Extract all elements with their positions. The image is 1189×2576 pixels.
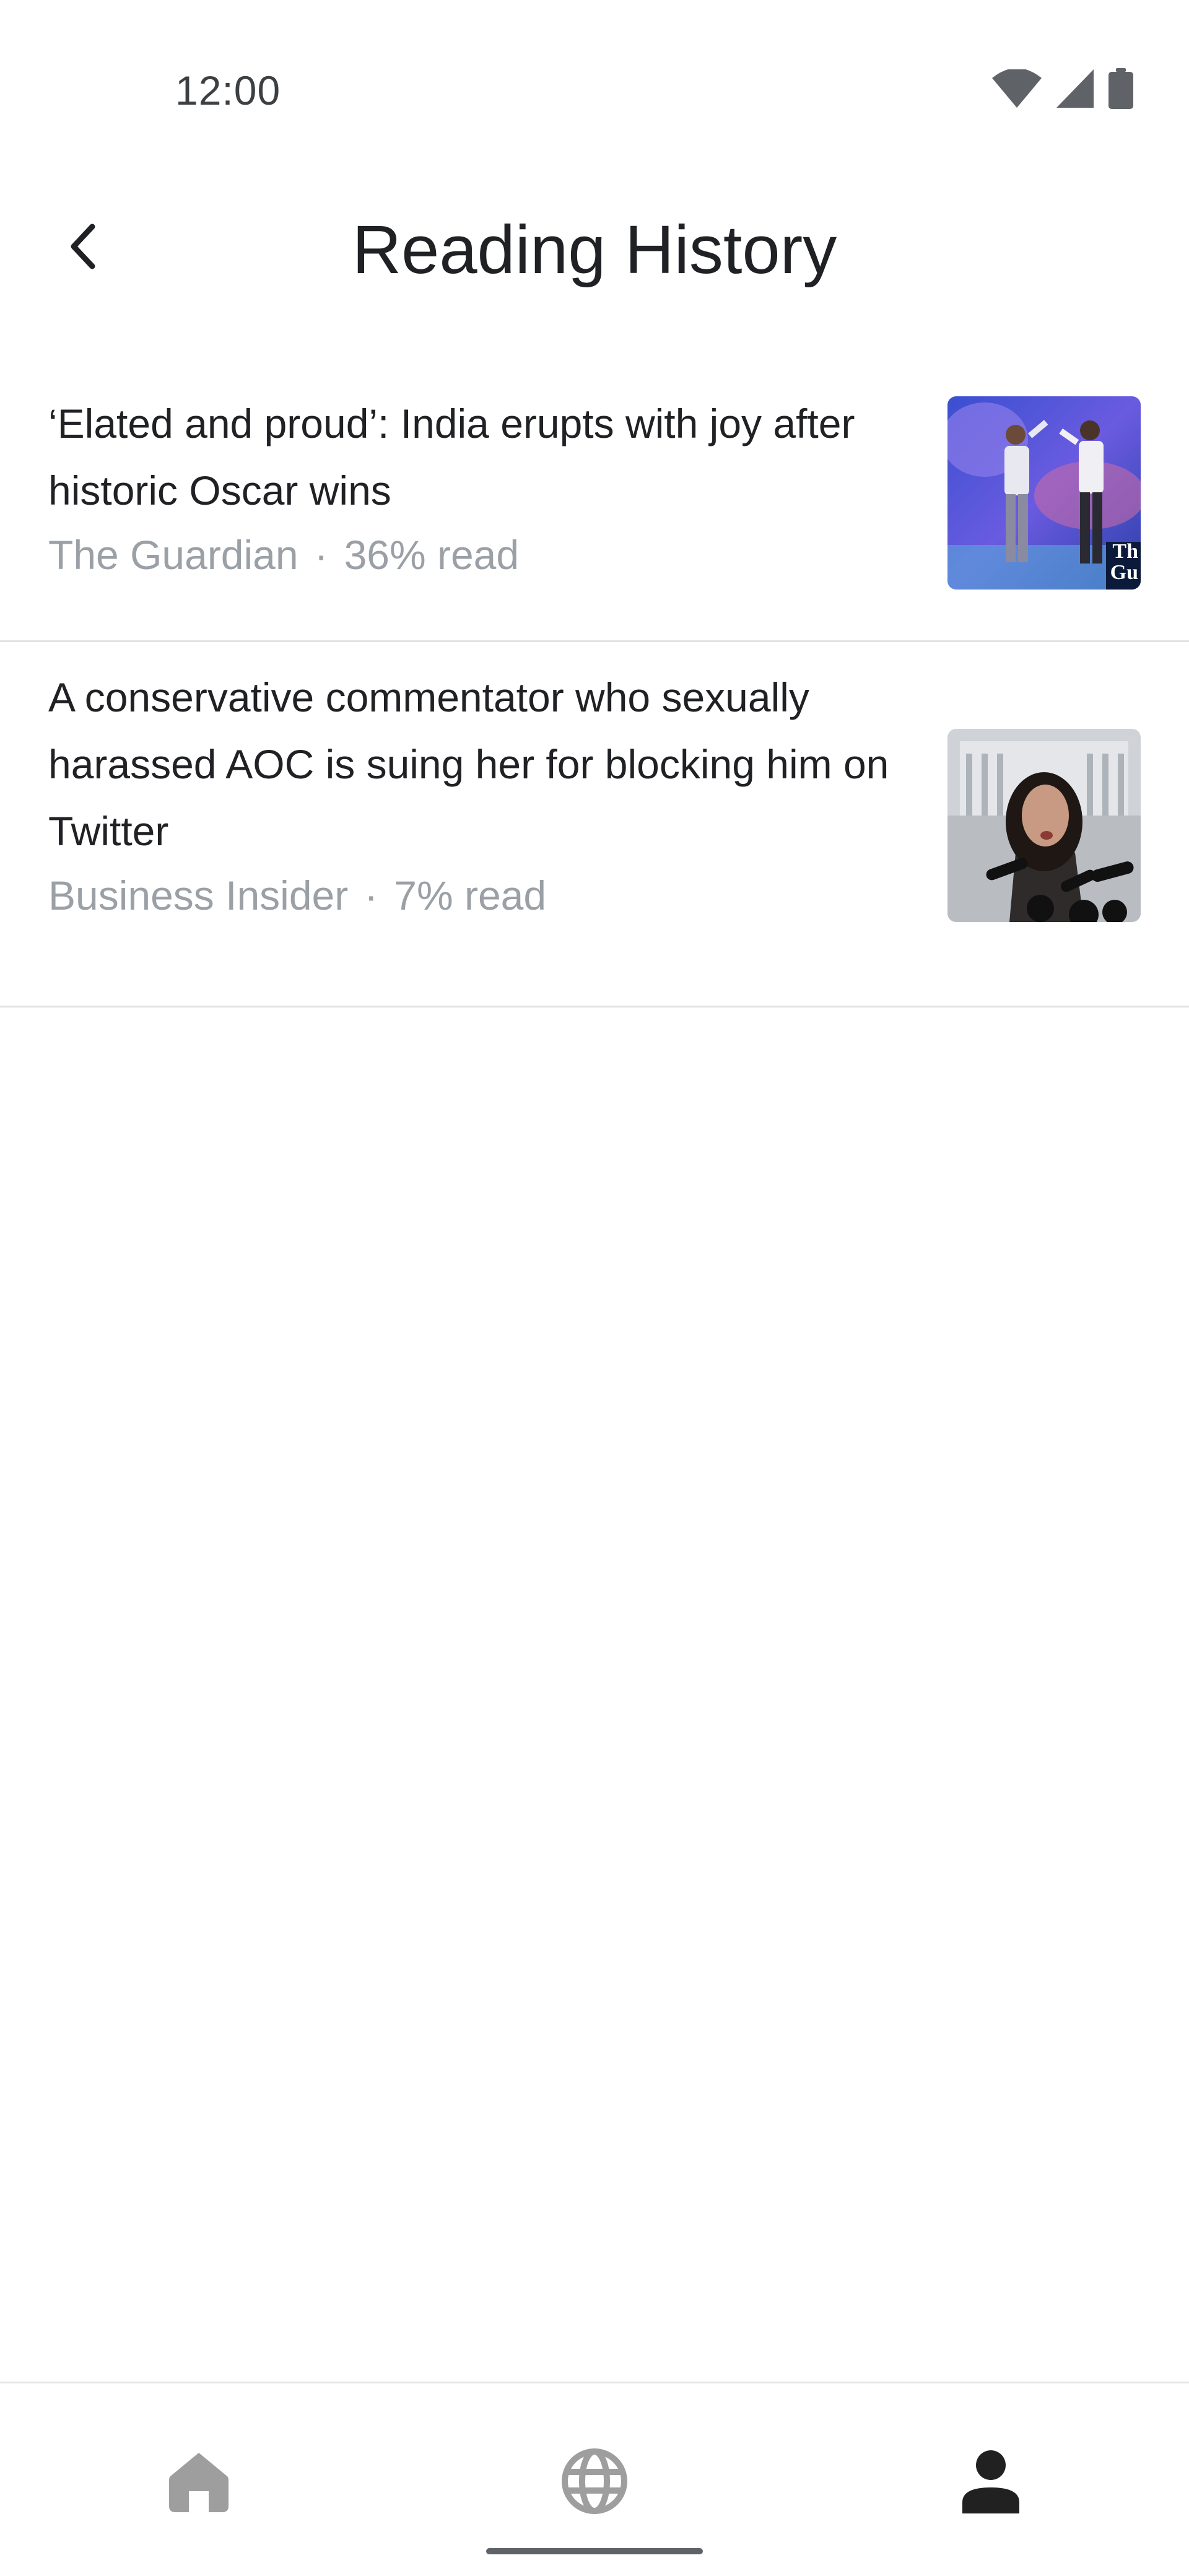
article-thumbnail: Th Gu — [947, 396, 1141, 590]
article-meta: The Guardian · 36% read — [48, 531, 915, 578]
meta-separator: · — [314, 532, 328, 578]
nav-home[interactable] — [131, 2421, 267, 2544]
article-text: A conservative commentator who sexually … — [48, 664, 915, 919]
page-title: Reading History — [352, 212, 837, 288]
nav-profile[interactable] — [923, 2421, 1059, 2544]
article-thumbnail — [947, 729, 1141, 922]
bottom-navigation — [0, 2382, 1189, 2576]
article-text: ‘Elated and proud’: India erupts with jo… — [48, 390, 915, 578]
article-title: A conservative commentator who sexually … — [48, 674, 889, 854]
battery-icon — [1108, 68, 1133, 109]
article-progress: 7% read — [394, 872, 547, 918]
status-icons — [992, 68, 1133, 109]
app-header: Reading History — [0, 186, 1189, 310]
list-item-article[interactable]: ‘Elated and proud’: India erupts with jo… — [0, 365, 1189, 642]
nav-explore[interactable] — [526, 2421, 663, 2544]
cellular-signal-icon — [1056, 69, 1094, 108]
home-icon — [167, 2449, 231, 2517]
article-title: ‘Elated and proud’: India erupts with jo… — [48, 401, 855, 513]
reading-history-list: ‘Elated and proud’: India erupts with jo… — [0, 365, 1189, 1007]
article-source: Business Insider — [48, 872, 349, 918]
home-indicator[interactable] — [486, 2548, 703, 2554]
wifi-icon — [992, 69, 1042, 108]
status-time: 12:00 — [175, 67, 281, 113]
globe-icon — [560, 2447, 629, 2518]
article-progress: 36% read — [344, 532, 520, 578]
person-icon — [960, 2449, 1022, 2517]
article-meta: Business Insider · 7% read — [48, 872, 915, 919]
status-bar: 12:00 — [0, 0, 1189, 186]
article-source: The Guardian — [48, 532, 298, 578]
meta-separator: · — [364, 872, 378, 918]
publisher-logo: Th Gu — [1110, 540, 1138, 584]
list-item-article[interactable]: A conservative commentator who sexually … — [0, 642, 1189, 1007]
